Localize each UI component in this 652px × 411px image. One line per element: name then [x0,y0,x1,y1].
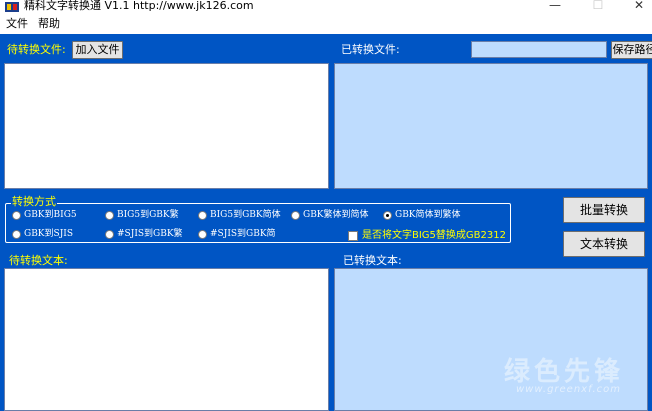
menu-bar: 文件 帮助 [0,15,652,33]
radio-big5-to-gbk-simplified[interactable]: BIG5到GBK简体 [198,210,281,221]
radio-indicator[interactable] [105,211,114,220]
pending-text-label: 待转换文本: [9,254,68,267]
watermark-url: www.greenxf.com [516,384,621,395]
radio-label: #SJIS到GBK繁 [117,229,183,239]
radio-indicator[interactable] [291,211,300,220]
pending-files-label: 待转换文件: [7,43,66,56]
radio-sjis-to-gbk-simplified[interactable]: #SJIS到GBK简 [198,229,276,240]
conversion-mode-title: 转换方式 [11,195,57,208]
radio-indicator[interactable] [12,211,21,220]
radio-gbk-to-sjis[interactable]: GBK到SJIS [12,229,73,240]
save-path-button[interactable]: 保存路径 [611,41,652,59]
checkbox-label: 是否将文字BIG5替换成GB2312 [362,230,506,241]
app-icon [5,2,19,12]
radio-indicator[interactable] [105,230,114,239]
minimize-button[interactable]: — [540,0,570,14]
batch-convert-button[interactable]: 批量转换 [563,197,645,223]
add-file-button[interactable]: 加入文件 [72,41,123,59]
radio-gbk-traditional-to-simplified[interactable]: GBK繁体到简体 [291,210,369,221]
converted-files-list[interactable] [334,63,648,189]
radio-label: #SJIS到GBK简 [210,229,276,239]
radio-sjis-to-gbk-traditional[interactable]: #SJIS到GBK繁 [105,229,183,240]
radio-label: BIG5到GBK繁 [117,210,179,220]
converted-text-label: 已转换文本: [343,254,402,267]
radio-label: GBK到BIG5 [24,210,77,220]
converted-files-label: 已转换文件: [341,43,400,56]
main-panel: 待转换文件: 加入文件 已转换文件: 保存路径 转换方式 GBK到BIG5 BI… [0,34,652,411]
pending-files-list[interactable] [4,63,329,189]
maximize-button[interactable]: ☐ [583,0,613,14]
text-convert-button[interactable]: 文本转换 [563,231,645,257]
replace-big5-checkbox[interactable]: 是否将文字BIG5替换成GB2312 [348,230,506,242]
radio-label: BIG5到GBK简体 [210,210,281,220]
checkbox-indicator[interactable] [348,231,358,241]
radio-big5-to-gbk-traditional[interactable]: BIG5到GBK繁 [105,210,179,221]
radio-label: GBK到SJIS [24,229,74,239]
radio-indicator[interactable] [198,211,207,220]
menu-help[interactable]: 帮助 [38,17,60,31]
radio-indicator[interactable] [198,230,207,239]
radio-label: GBK简体到繁体 [395,210,461,220]
radio-gbk-to-big5[interactable]: GBK到BIG5 [12,210,77,221]
window-title: 精科文字转换通 V1.1 http://www.jk126.com [24,0,254,12]
pending-text-area[interactable] [4,268,329,411]
menu-file[interactable]: 文件 [6,17,28,31]
radio-label: GBK繁体到简体 [303,210,369,220]
radio-gbk-simplified-to-traditional[interactable]: GBK简体到繁体 [383,210,461,221]
save-path-input[interactable] [471,41,607,58]
close-button[interactable]: ✕ [624,0,652,14]
title-bar: 精科文字转换通 V1.1 http://www.jk126.com — ☐ ✕ [0,0,652,15]
watermark-logo: 绿色先锋 [504,357,625,387]
radio-indicator[interactable] [12,230,21,239]
radio-indicator-selected[interactable] [383,211,392,220]
